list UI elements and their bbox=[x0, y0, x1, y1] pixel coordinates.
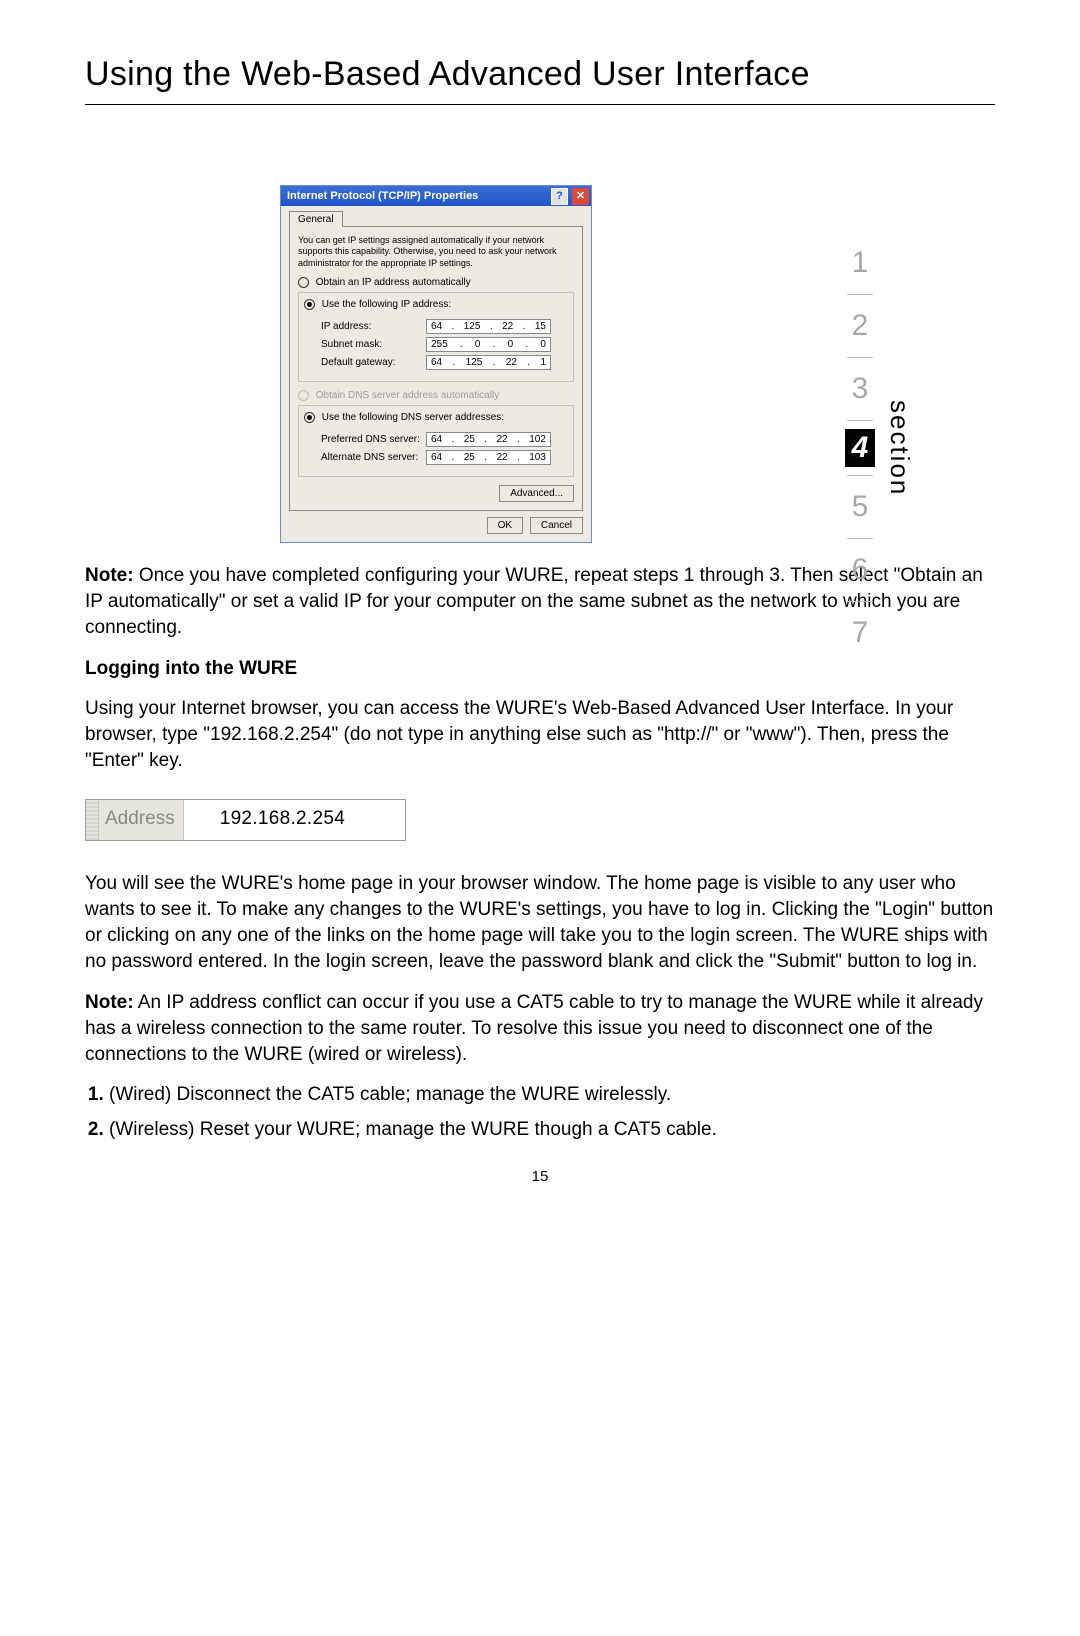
ip-row: IP address: 64.125.22.15 bbox=[321, 319, 565, 334]
section-nav-4[interactable]: 4 bbox=[845, 429, 875, 467]
ip-label: IP address: bbox=[321, 321, 426, 332]
pref-dns-row: Preferred DNS server: 64.25.22.102 bbox=[321, 432, 565, 447]
note-1-label: Note: bbox=[85, 565, 134, 586]
radio-use-dns-label: Use the following DNS server addresses: bbox=[322, 412, 504, 423]
radio-use-ip[interactable]: Use the following IP address: bbox=[301, 299, 454, 310]
logging-in-paragraph-1: Using your Internet browser, you can acc… bbox=[85, 696, 995, 775]
tab-panel: You can get IP settings assigned automat… bbox=[289, 226, 583, 511]
radio-icon bbox=[304, 412, 315, 423]
section-label: section bbox=[884, 400, 915, 496]
radio-auto-ip-label: Obtain an IP address automatically bbox=[316, 277, 471, 288]
radio-use-dns[interactable]: Use the following DNS server addresses: bbox=[301, 412, 507, 423]
note-2: Note: An IP address conflict can occur i… bbox=[85, 990, 995, 1069]
preferred-dns-input[interactable]: 64.25.22.102 bbox=[426, 432, 551, 447]
radio-auto-ip[interactable]: Obtain an IP address automatically bbox=[298, 277, 574, 288]
grip-icon bbox=[86, 800, 99, 840]
dialog-intro-text: You can get IP settings assigned automat… bbox=[298, 235, 574, 269]
note-2-body: An IP address conflict can occur if you … bbox=[85, 992, 983, 1065]
section-nav-2[interactable]: 2 bbox=[845, 303, 875, 349]
subnet-mask-input[interactable]: 255.0.0.0 bbox=[426, 337, 551, 352]
radio-auto-dns-label: Obtain DNS server address automatically bbox=[316, 390, 499, 401]
radio-icon bbox=[298, 390, 309, 401]
mask-label: Subnet mask: bbox=[321, 339, 426, 350]
section-nav-3[interactable]: 3 bbox=[845, 366, 875, 412]
gw-row: Default gateway: 64.125.22.1 bbox=[321, 355, 565, 370]
ip-fieldset: Use the following IP address: IP address… bbox=[298, 292, 574, 382]
default-gateway-input[interactable]: 64.125.22.1 bbox=[426, 355, 551, 370]
address-bar: Address 192.168.2.254 bbox=[85, 799, 406, 841]
radio-use-ip-label: Use the following IP address: bbox=[322, 299, 451, 310]
nav-divider bbox=[847, 294, 873, 295]
section-nav-6[interactable]: 6 bbox=[845, 547, 875, 593]
note-2-label: Note: bbox=[85, 992, 134, 1013]
help-icon[interactable]: ? bbox=[551, 188, 568, 205]
steps-list: (Wired) Disconnect the CAT5 cable; manag… bbox=[85, 1082, 995, 1142]
step-2: (Wireless) Reset your WURE; manage the W… bbox=[109, 1117, 995, 1143]
radio-icon bbox=[304, 299, 315, 310]
nav-divider bbox=[847, 601, 873, 602]
title-divider bbox=[85, 104, 995, 105]
pref-dns-label: Preferred DNS server: bbox=[321, 434, 426, 445]
ip-address-input[interactable]: 64.125.22.15 bbox=[426, 319, 551, 334]
gw-label: Default gateway: bbox=[321, 357, 426, 368]
page-title: Using the Web-Based Advanced User Interf… bbox=[85, 55, 1080, 94]
section-nav: 1 2 3 4 5 6 7 bbox=[845, 240, 875, 656]
section-nav-7[interactable]: 7 bbox=[845, 610, 875, 656]
logging-in-paragraph-2: You will see the WURE's home page in you… bbox=[85, 871, 995, 976]
alt-dns-label: Alternate DNS server: bbox=[321, 452, 426, 463]
nav-divider bbox=[847, 538, 873, 539]
step-1: (Wired) Disconnect the CAT5 cable; manag… bbox=[109, 1082, 995, 1108]
ok-button[interactable]: OK bbox=[487, 517, 523, 534]
nav-divider bbox=[847, 420, 873, 421]
advanced-button[interactable]: Advanced... bbox=[499, 485, 574, 502]
alt-dns-row: Alternate DNS server: 64.25.22.103 bbox=[321, 450, 565, 465]
mask-row: Subnet mask: 255.0.0.0 bbox=[321, 337, 565, 352]
nav-divider bbox=[847, 357, 873, 358]
page-number: 15 bbox=[0, 1168, 1080, 1185]
radio-icon bbox=[298, 277, 309, 288]
section-nav-5[interactable]: 5 bbox=[845, 484, 875, 530]
alternate-dns-input[interactable]: 64.25.22.103 bbox=[426, 450, 551, 465]
address-value[interactable]: 192.168.2.254 bbox=[184, 800, 405, 840]
tcpip-dialog: Internet Protocol (TCP/IP) Properties ? … bbox=[280, 185, 592, 543]
close-icon[interactable]: ✕ bbox=[572, 188, 589, 205]
dialog-titlebar: Internet Protocol (TCP/IP) Properties ? … bbox=[281, 186, 591, 206]
tab-general[interactable]: General bbox=[289, 211, 343, 227]
address-label: Address bbox=[99, 800, 184, 840]
section-nav-1[interactable]: 1 bbox=[845, 240, 875, 286]
dns-fieldset: Use the following DNS server addresses: … bbox=[298, 405, 574, 477]
radio-auto-dns: Obtain DNS server address automatically bbox=[298, 390, 574, 401]
cancel-button[interactable]: Cancel bbox=[530, 517, 583, 534]
dialog-title: Internet Protocol (TCP/IP) Properties bbox=[287, 190, 478, 202]
nav-divider bbox=[847, 475, 873, 476]
subheading-logging-in: Logging into the WURE bbox=[85, 656, 995, 682]
